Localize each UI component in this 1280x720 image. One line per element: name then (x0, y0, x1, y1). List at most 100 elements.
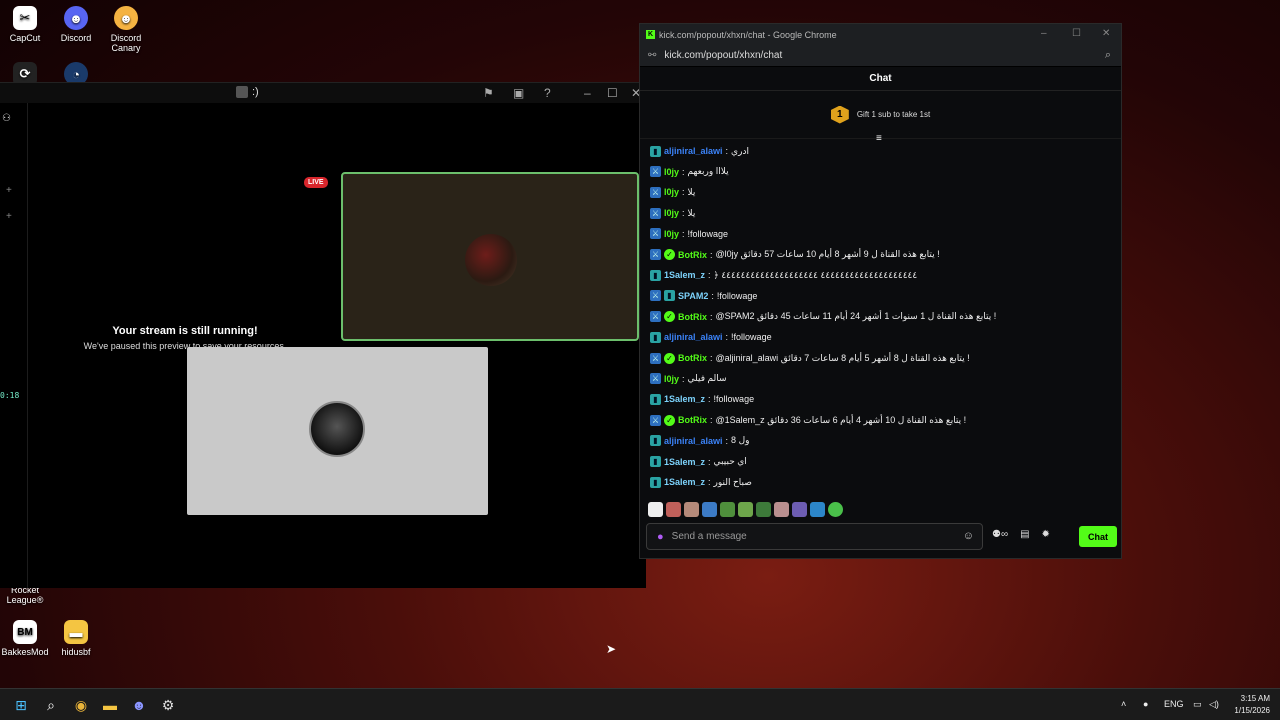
maximize-icon[interactable]: ☐ (607, 86, 618, 100)
flag-icon[interactable]: ⚑ (483, 86, 494, 100)
url-text[interactable]: kick.com/popout/xhxn/chat (664, 50, 782, 61)
emote[interactable] (810, 502, 825, 517)
speaker-icon[interactable]: ◁) (1209, 699, 1219, 710)
chat-input-placeholder[interactable]: Send a message (672, 531, 747, 542)
chat-colon: : (682, 187, 685, 198)
chat-colon: : (708, 456, 711, 467)
chat-colon: : (710, 353, 713, 363)
chat-username[interactable]: aljiniral_alawi (664, 436, 723, 446)
chrome-icon[interactable]: ◉ (71, 695, 91, 715)
moderator-badge-icon: ⚔ (650, 186, 661, 198)
chat-message: ⚔ ✓ BotRix: @1Salem_z يتابع هذه القناة ل 10… (650, 413, 966, 427)
chat-username[interactable]: 1Salem_z (664, 477, 705, 487)
settings-icon[interactable]: ✹ (1042, 529, 1050, 540)
chat-username[interactable]: aljiniral_alawi (664, 332, 723, 342)
desktop-icon-capcut[interactable]: ✂ CapCut (0, 6, 50, 43)
address-bar[interactable]: ⚯ kick.com/popout/xhxn/chat ⌕ (640, 45, 1121, 67)
discord-icon[interactable]: ☻ (129, 695, 149, 715)
send-chat-button[interactable]: Chat (1079, 526, 1117, 547)
windows-start-icon[interactable]: ⊞ (11, 695, 31, 715)
desktop-icon-label: BakkesMod (1, 647, 49, 657)
chat-message: ▮ aljiniral_alawi: ادري (650, 144, 749, 158)
chat-message: ⚔ l0jy: سالم فيلي (650, 372, 727, 386)
emote[interactable] (720, 502, 735, 517)
chat-message-input[interactable]: ● Send a message ☺ (646, 523, 983, 550)
verified-badge-icon: ✓ (664, 352, 675, 364)
emote[interactable] (702, 502, 717, 517)
desktop-icon-hidusbf[interactable]: ▬ hidusbf (51, 620, 101, 657)
help-icon[interactable]: ? (544, 86, 551, 100)
inbox-icon[interactable]: ▣ (513, 86, 524, 100)
emote[interactable] (792, 502, 807, 517)
chat-username[interactable]: l0jy (664, 208, 679, 218)
file-explorer-icon[interactable]: ▬ (100, 695, 120, 715)
monitor-icon[interactable]: ▭ (1193, 699, 1202, 710)
desktop-icon-discord[interactable]: ☻ Discord (51, 6, 101, 43)
camera-tile-2[interactable] (187, 347, 488, 515)
gift-text: Gift 1 sub to take 1st (856, 110, 931, 119)
chat-username[interactable]: l0jy (664, 187, 679, 197)
microphone-icon[interactable]: ● (1143, 699, 1148, 709)
subscriber-badge-icon: ▮ (650, 269, 661, 281)
desktop-icon-discord-canary[interactable]: ☻ Discord Canary (101, 6, 151, 53)
window-title: kick.com/popout/xhxn/chat - Google Chrom… (659, 29, 837, 40)
moderator-badge-icon: ⚔ (650, 207, 661, 219)
chat-text: يلا (687, 186, 696, 197)
emoji-icon[interactable]: ☺ (963, 530, 974, 542)
app-icon[interactable]: ⚙ (158, 695, 178, 715)
chat-text: ﴿ ٤٤٤٤٤٤٤٤٤٤٤٤٤٤٤٤٤٤٤٤ ٤٤٤٤٤٤٤٤٤٤٤٤٤٤٤٤٤… (713, 269, 918, 280)
chat-username[interactable]: BotRix (678, 250, 707, 260)
emote[interactable] (666, 502, 681, 517)
moderator-badge-icon: ⚔ (650, 166, 661, 178)
chat-text: @SPAM2 يتابع هذه القناة ل 1 سنوات 1 أشهر… (715, 311, 997, 322)
chat-text: !followage (713, 394, 755, 405)
search-icon[interactable]: ⌕ (41, 695, 61, 715)
chat-username[interactable]: BotRix (678, 353, 707, 363)
kick-icon: K (646, 30, 655, 39)
site-info-icon[interactable]: ⚯ (648, 50, 656, 61)
gift-sub-banner[interactable]: 1 Gift 1 sub to take 1st ≡ (640, 91, 1121, 144)
chat-text: يلا (687, 207, 696, 218)
camera-tile-1[interactable] (341, 172, 639, 341)
desktop-icon-bakkesmod[interactable]: BM BakkesMod (0, 620, 50, 657)
chat-username[interactable]: aljiniral_alawi (664, 146, 723, 156)
emote[interactable] (756, 502, 771, 517)
chat-username[interactable]: l0jy (664, 229, 679, 239)
chat-username[interactable]: 1Salem_z (664, 270, 705, 280)
chat-colon: : (710, 311, 713, 322)
chat-username[interactable]: 1Salem_z (664, 394, 705, 404)
chat-username[interactable]: l0jy (664, 167, 679, 177)
chat-colon: : (710, 249, 713, 260)
emote-bar (648, 502, 843, 517)
chat-colon: : (710, 415, 713, 426)
chat-username[interactable]: BotRix (678, 312, 707, 322)
kick-points-icon[interactable]: ⚉∞ (992, 529, 1008, 540)
pinned-expand-icon[interactable]: ≡ (876, 133, 882, 144)
chat-username[interactable]: 1Salem_z (664, 457, 705, 467)
maximize-icon[interactable]: ☐ (1072, 28, 1081, 39)
chat-username[interactable]: SPAM2 (678, 291, 708, 301)
minimize-icon[interactable]: – (584, 86, 591, 100)
emote[interactable] (774, 502, 789, 517)
chat-username[interactable]: l0jy (664, 374, 679, 384)
chat-message: ▮ 1Salem_z: صباح النور (650, 475, 752, 489)
minimize-icon[interactable]: – (1041, 28, 1047, 39)
emote[interactable] (738, 502, 753, 517)
language-indicator[interactable]: ENG (1164, 699, 1184, 709)
add-icon[interactable]: + (6, 211, 12, 222)
emote[interactable] (648, 502, 663, 517)
microphone-icon[interactable]: ● (657, 531, 664, 543)
emote[interactable] (828, 502, 843, 517)
chevron-up-icon[interactable]: ˄ (1121, 699, 1126, 709)
chat-username[interactable]: BotRix (678, 415, 707, 425)
zoom-icon[interactable]: ⌕ (1105, 49, 1111, 62)
subscriber-badge-icon: ▮ (650, 331, 661, 343)
stream-sidebar: ⚇ + + 0:18 (0, 103, 28, 588)
chrome-popout-window: K kick.com/popout/xhxn/chat - Google Chr… (639, 23, 1122, 559)
emote[interactable] (684, 502, 699, 517)
clock[interactable]: 3:15 AM 1/15/2026 (1234, 693, 1270, 717)
add-icon[interactable]: + (6, 185, 12, 196)
store-icon[interactable]: ▤ (1020, 529, 1029, 540)
people-icon[interactable]: ⚇ (2, 113, 11, 124)
close-icon[interactable]: ✕ (1102, 28, 1110, 39)
